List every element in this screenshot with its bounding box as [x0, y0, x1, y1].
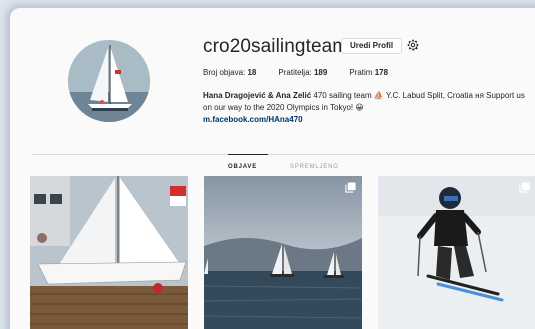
multiple-photos-icon: [345, 182, 356, 193]
profile-stats: Broj objava: 18 Pratitelja: 189 Pratim 1…: [203, 68, 388, 77]
stat-posts: Broj objava: 18: [203, 68, 257, 77]
post-thumbnail-3[interactable]: [378, 176, 535, 329]
edit-profile-button[interactable]: Uredi Profil: [341, 38, 403, 54]
post-image-skier: [378, 176, 535, 329]
bio-link[interactable]: m.facebook.com/HAna470: [203, 114, 533, 126]
profile-page: cro20sailingteam Uredi Profil Broj objav…: [10, 8, 535, 329]
multiple-photos-icon: [519, 182, 530, 193]
tab-posts[interactable]: OBJAVE: [228, 164, 257, 170]
gear-icon[interactable]: [406, 38, 420, 52]
post-image-sailboat-dock: [30, 176, 188, 329]
post-thumbnail-2[interactable]: [204, 176, 362, 329]
stat-following[interactable]: Pratim 178: [349, 68, 388, 77]
stat-followers[interactable]: Pratitelja: 189: [278, 68, 327, 77]
active-tab-indicator: [228, 154, 268, 155]
bio-name: Hana Dragojević & Ana Zelić: [203, 91, 312, 100]
tab-saved[interactable]: SPREMLJENO: [290, 164, 339, 170]
avatar-sailboat-image: [68, 40, 150, 122]
post-thumbnail-1[interactable]: [30, 176, 188, 329]
profile-tabs: OBJAVE SPREMLJENO: [228, 164, 339, 170]
tabs-divider: [32, 154, 535, 155]
profile-username: cro20sailingteam: [203, 36, 349, 57]
profile-avatar[interactable]: [68, 40, 150, 122]
profile-bio: Hana Dragojević & Ana Zelić 470 sailing …: [203, 90, 533, 126]
post-image-sailboats-sea: [204, 176, 362, 329]
